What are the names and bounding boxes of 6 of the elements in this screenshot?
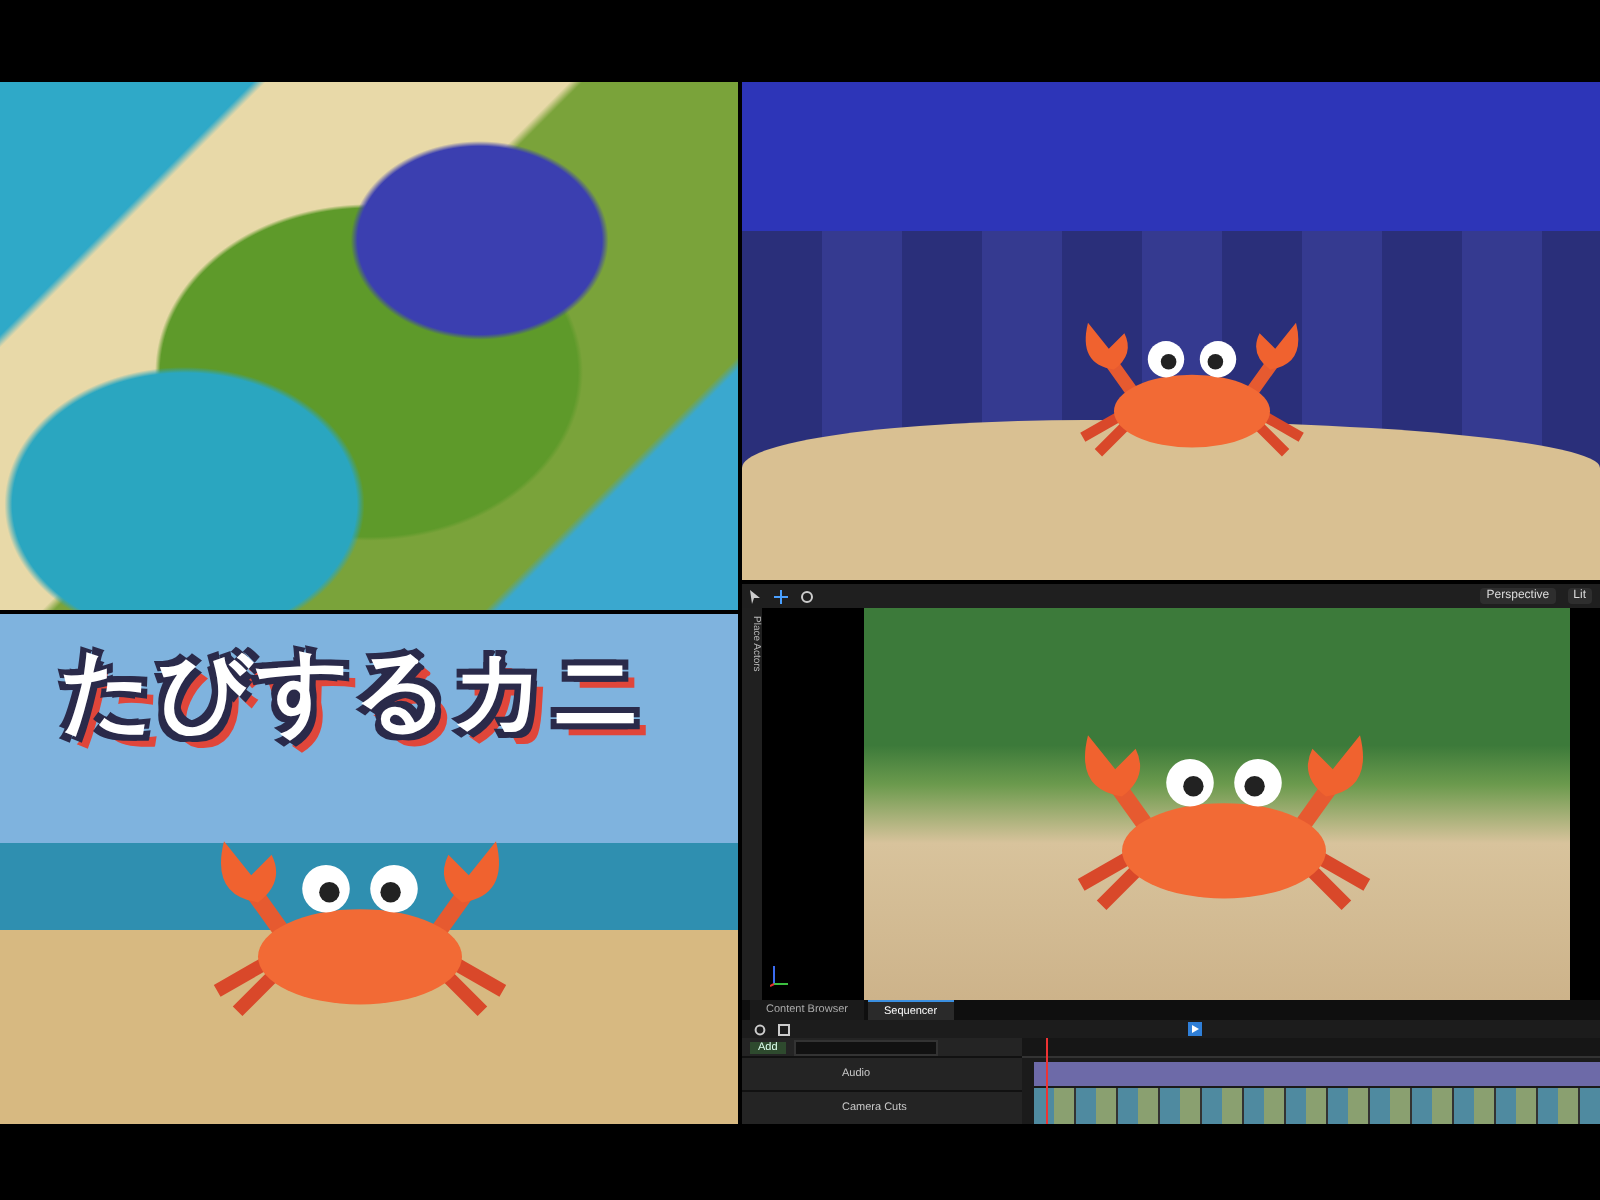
play-icon[interactable] — [1188, 1022, 1202, 1036]
search-field[interactable] — [793, 1039, 938, 1055]
game-title: たびするカニ — [60, 636, 648, 746]
axis-icon — [770, 964, 790, 988]
cursor-icon[interactable] — [750, 589, 762, 603]
move-icon[interactable] — [774, 589, 788, 603]
